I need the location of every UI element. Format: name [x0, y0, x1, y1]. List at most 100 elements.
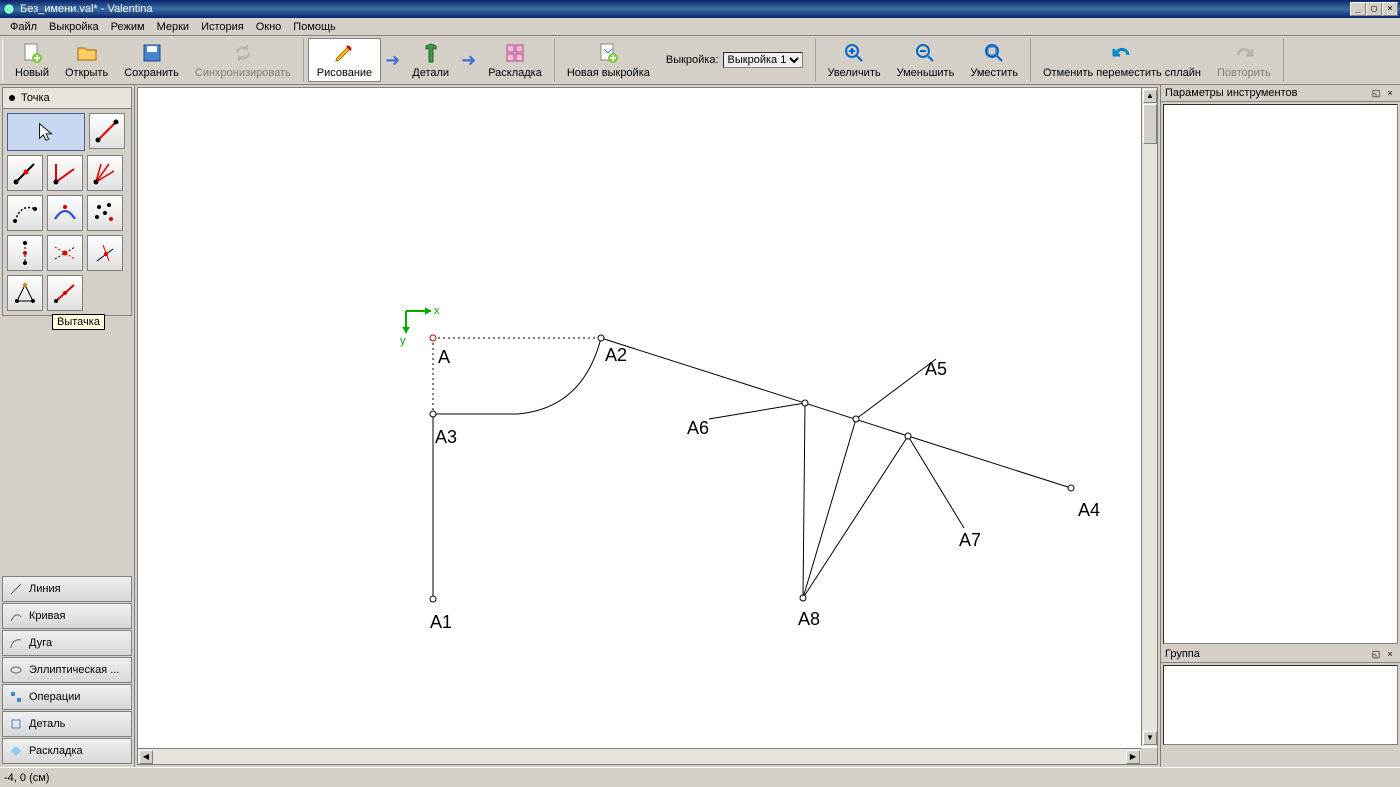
new-pattern-button[interactable]: Новая выкройка [559, 39, 658, 81]
scroll-thumb-v[interactable] [1143, 104, 1157, 144]
dock-close-button[interactable]: × [1384, 87, 1396, 99]
tool-params-header[interactable]: Параметры инструментов ◱ × [1161, 85, 1400, 102]
dock-float-button[interactable]: ◱ [1370, 87, 1382, 99]
new-button[interactable]: Новый [7, 39, 57, 81]
toolbar-undo-group: Отменить переместить сплайн Повторить [1031, 38, 1284, 82]
new-pattern-icon [596, 41, 620, 65]
pattern-select[interactable]: Выкройка 1 [723, 52, 803, 68]
scroll-up-button[interactable]: ▲ [1143, 89, 1157, 103]
category-elliptic[interactable]: Эллиптическая ... [2, 657, 132, 683]
save-button[interactable]: Сохранить [116, 39, 187, 81]
close-button[interactable]: × [1382, 2, 1398, 16]
layout2-icon [9, 744, 23, 758]
point-tools-header[interactable]: Точка [3, 88, 131, 109]
angle-tool[interactable] [47, 155, 83, 191]
zoom-out-label: Уменьшить [897, 67, 955, 79]
maximize-button[interactable]: ▢ [1366, 2, 1382, 16]
group-float-button[interactable]: ◱ [1370, 648, 1382, 660]
triangle-tool[interactable] [7, 275, 43, 311]
selection-tool[interactable] [7, 113, 85, 151]
draw-mode-button[interactable]: Рисование [308, 38, 381, 82]
group-dock: Группа ◱ × [1161, 646, 1400, 747]
menu-help[interactable]: Помощь [287, 20, 342, 34]
point-icon [9, 95, 15, 101]
zoom-out-button[interactable]: Уменьшить [889, 39, 963, 81]
label-A1[interactable]: A1 [430, 612, 452, 632]
line-point-tool[interactable] [89, 113, 125, 149]
curve-tool[interactable] [47, 195, 83, 231]
tool-category-list: Линия Кривая Дуга Эллиптическая ... Опер… [2, 576, 132, 765]
menu-mode[interactable]: Режим [105, 20, 151, 34]
details-mode-button[interactable]: Детали [404, 39, 457, 81]
canvas-wrap: x y [135, 85, 1160, 767]
point-A8[interactable] [800, 595, 806, 601]
line-to-A5 [856, 359, 936, 419]
point-A[interactable] [430, 335, 436, 341]
sync-icon [231, 41, 255, 65]
pencil-icon [332, 41, 356, 65]
point-on-line-2[interactable] [853, 416, 859, 422]
line-icon [9, 582, 23, 596]
curve-icon [9, 609, 23, 623]
scroll-down-button[interactable]: ▼ [1143, 731, 1157, 745]
scroll-right-button[interactable]: ▶ [1126, 750, 1140, 764]
menu-window[interactable]: Окно [250, 20, 288, 34]
dart-tool[interactable]: Вытачка [47, 275, 83, 311]
label-A6[interactable]: A6 [687, 418, 709, 438]
label-A5[interactable]: A5 [925, 359, 947, 379]
endpoint-tool[interactable] [7, 155, 43, 191]
perpendicular-tool[interactable] [87, 235, 123, 271]
menu-measure[interactable]: Мерки [151, 20, 195, 34]
category-detail[interactable]: Деталь [2, 711, 132, 737]
vertical-tool[interactable] [7, 235, 43, 271]
svg-text:y: y [400, 335, 406, 347]
label-A3[interactable]: A3 [435, 427, 457, 447]
label-A7[interactable]: A7 [959, 530, 981, 550]
open-button[interactable]: Открыть [57, 39, 116, 81]
statusbar: -4, 0 (см) [0, 767, 1400, 787]
right-panel: Параметры инструментов ◱ × Группа ◱ × [1160, 85, 1400, 767]
layout-label: Раскладка [488, 67, 542, 79]
category-line[interactable]: Линия [2, 576, 132, 602]
point-A1[interactable] [430, 596, 436, 602]
menu-history[interactable]: История [195, 20, 250, 34]
group-close-button[interactable]: × [1384, 648, 1396, 660]
tool-params-dock: Параметры инструментов ◱ × [1161, 85, 1400, 646]
layout-mode-button[interactable]: Раскладка [480, 39, 550, 81]
label-A[interactable]: A [438, 347, 450, 367]
zoom-in-button[interactable]: Увеличить [820, 39, 889, 81]
open-icon [75, 41, 99, 65]
group-header[interactable]: Группа ◱ × [1161, 646, 1400, 663]
spline-tool[interactable] [7, 195, 43, 231]
point-A2[interactable] [598, 335, 604, 341]
point-header-label: Точка [21, 92, 50, 104]
point-on-line-1[interactable] [802, 400, 808, 406]
undo-label: Отменить переместить сплайн [1043, 67, 1201, 79]
bisector-tool[interactable] [87, 155, 123, 191]
save-icon [140, 41, 164, 65]
group-body [1163, 665, 1398, 745]
point-A3[interactable] [430, 411, 436, 417]
label-A2[interactable]: A2 [605, 345, 627, 365]
point-on-line-3[interactable] [905, 433, 911, 439]
scroll-left-button[interactable]: ◀ [139, 750, 153, 764]
arc-icon [9, 636, 23, 650]
menu-pattern[interactable]: Выкройка [43, 20, 105, 34]
scatter-tool[interactable] [87, 195, 123, 231]
category-curve[interactable]: Кривая [2, 603, 132, 629]
undo-button[interactable]: Отменить переместить сплайн [1035, 39, 1209, 81]
zoom-fit-button[interactable]: Уместить [962, 39, 1026, 81]
draw-label: Рисование [317, 67, 372, 79]
menu-file[interactable]: Файл [4, 20, 43, 34]
horizontal-scrollbar[interactable]: ◀ ▶ [138, 748, 1141, 764]
category-operations[interactable]: Операции [2, 684, 132, 710]
drawing-canvas[interactable]: x y [137, 87, 1158, 765]
vertical-scrollbar[interactable]: ▲ ▼ [1141, 88, 1157, 746]
category-arc[interactable]: Дуга [2, 630, 132, 656]
label-A4[interactable]: A4 [1078, 500, 1100, 520]
intersection-tool[interactable] [47, 235, 83, 271]
label-A8[interactable]: A8 [798, 609, 820, 629]
category-layout[interactable]: Раскладка [2, 738, 132, 764]
minimize-button[interactable]: _ [1350, 2, 1366, 16]
point-A4[interactable] [1068, 485, 1074, 491]
